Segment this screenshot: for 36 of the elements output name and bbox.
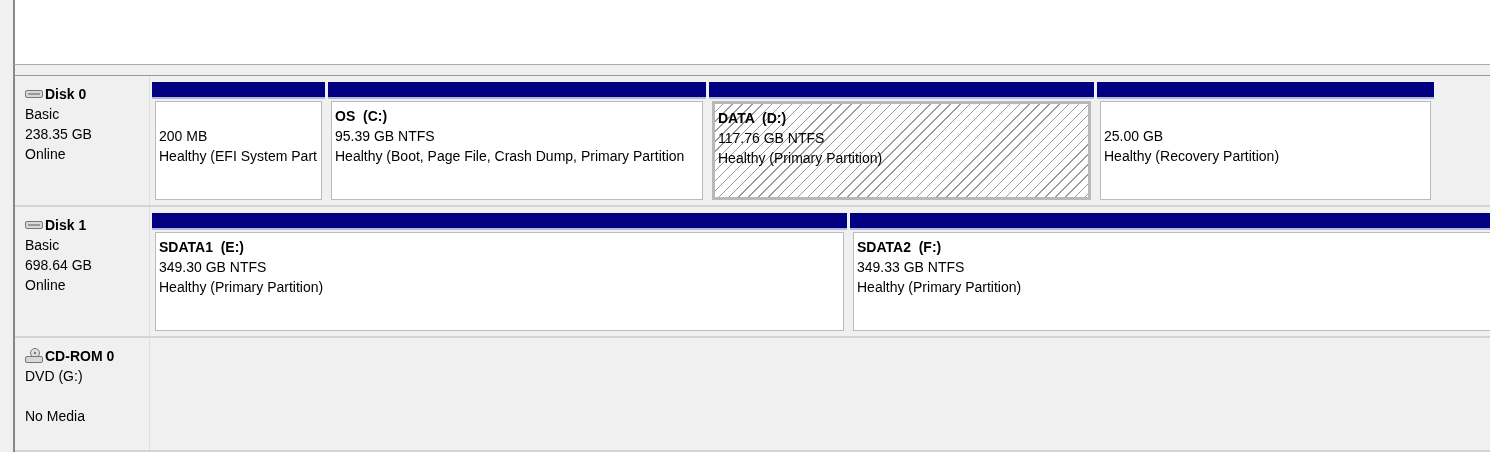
disk-size: 698.64 GB (25, 256, 93, 275)
partition-name: SDATA2 (F:) (857, 238, 943, 257)
partition-block[interactable]: 25.00 GB Healthy (Recovery Partition) (1100, 101, 1431, 200)
disk-type: Basic (25, 236, 61, 255)
partition-block[interactable]: DATA (D:) 117.76 GB NTFS Healthy (Primary Partition) (712, 101, 1091, 200)
partition-block[interactable]: SDATA2 (F:) 349.33 GB NTFS Healthy (Primary Partition) (853, 232, 1490, 331)
partition-size: 25.00 GB (1104, 127, 1165, 146)
partition-status: Healthy (Recovery Partition) (1104, 147, 1281, 166)
partition-block[interactable]: SDATA1 (E:) 349.30 GB NTFS Healthy (Primary Partition) (155, 232, 844, 331)
partition-size: 95.39 GB NTFS (335, 127, 436, 146)
optical-drive-icon (25, 348, 43, 364)
partition-name: SDATA1 (E:) (159, 238, 246, 257)
partition-name: OS (C:) (335, 107, 389, 126)
partition-status: Healthy (Primary Partition) (159, 278, 325, 297)
hard-drive-icon (25, 220, 43, 230)
partition-block[interactable]: 200 MB Healthy (EFI System Part (155, 101, 322, 200)
partition-status: Healthy (EFI System Part (159, 147, 317, 166)
partition-size: 349.30 GB NTFS (159, 258, 268, 277)
hard-drive-icon (25, 89, 43, 99)
partition-name: DATA (D:) (718, 109, 788, 128)
disk-type: Basic (25, 105, 61, 124)
disk-type: DVD (G:) (25, 367, 84, 386)
disk-status: Online (25, 276, 67, 295)
disk-size: 238.35 GB (25, 125, 93, 144)
partition-block[interactable]: OS (C:) 95.39 GB NTFS Healthy (Boot, Page File, Crash Dump, Primary Partition (331, 101, 703, 200)
disk-status: Online (25, 145, 67, 164)
disk-name: CD-ROM 0 (45, 347, 115, 366)
partition-size: 349.33 GB NTFS (857, 258, 966, 277)
partition-size: 117.76 GB NTFS (718, 129, 826, 148)
partition-size: 200 MB (159, 127, 209, 146)
partition-status: Healthy (Primary Partition) (718, 149, 884, 168)
disk-name: Disk 0 (45, 85, 87, 104)
partition-status: Healthy (Boot, Page File, Crash Dump, Primary Partition (335, 147, 686, 166)
partition-status: Healthy (Primary Partition) (857, 278, 1023, 297)
disk-name: Disk 1 (45, 216, 87, 235)
disk-status: No Media (25, 407, 86, 426)
